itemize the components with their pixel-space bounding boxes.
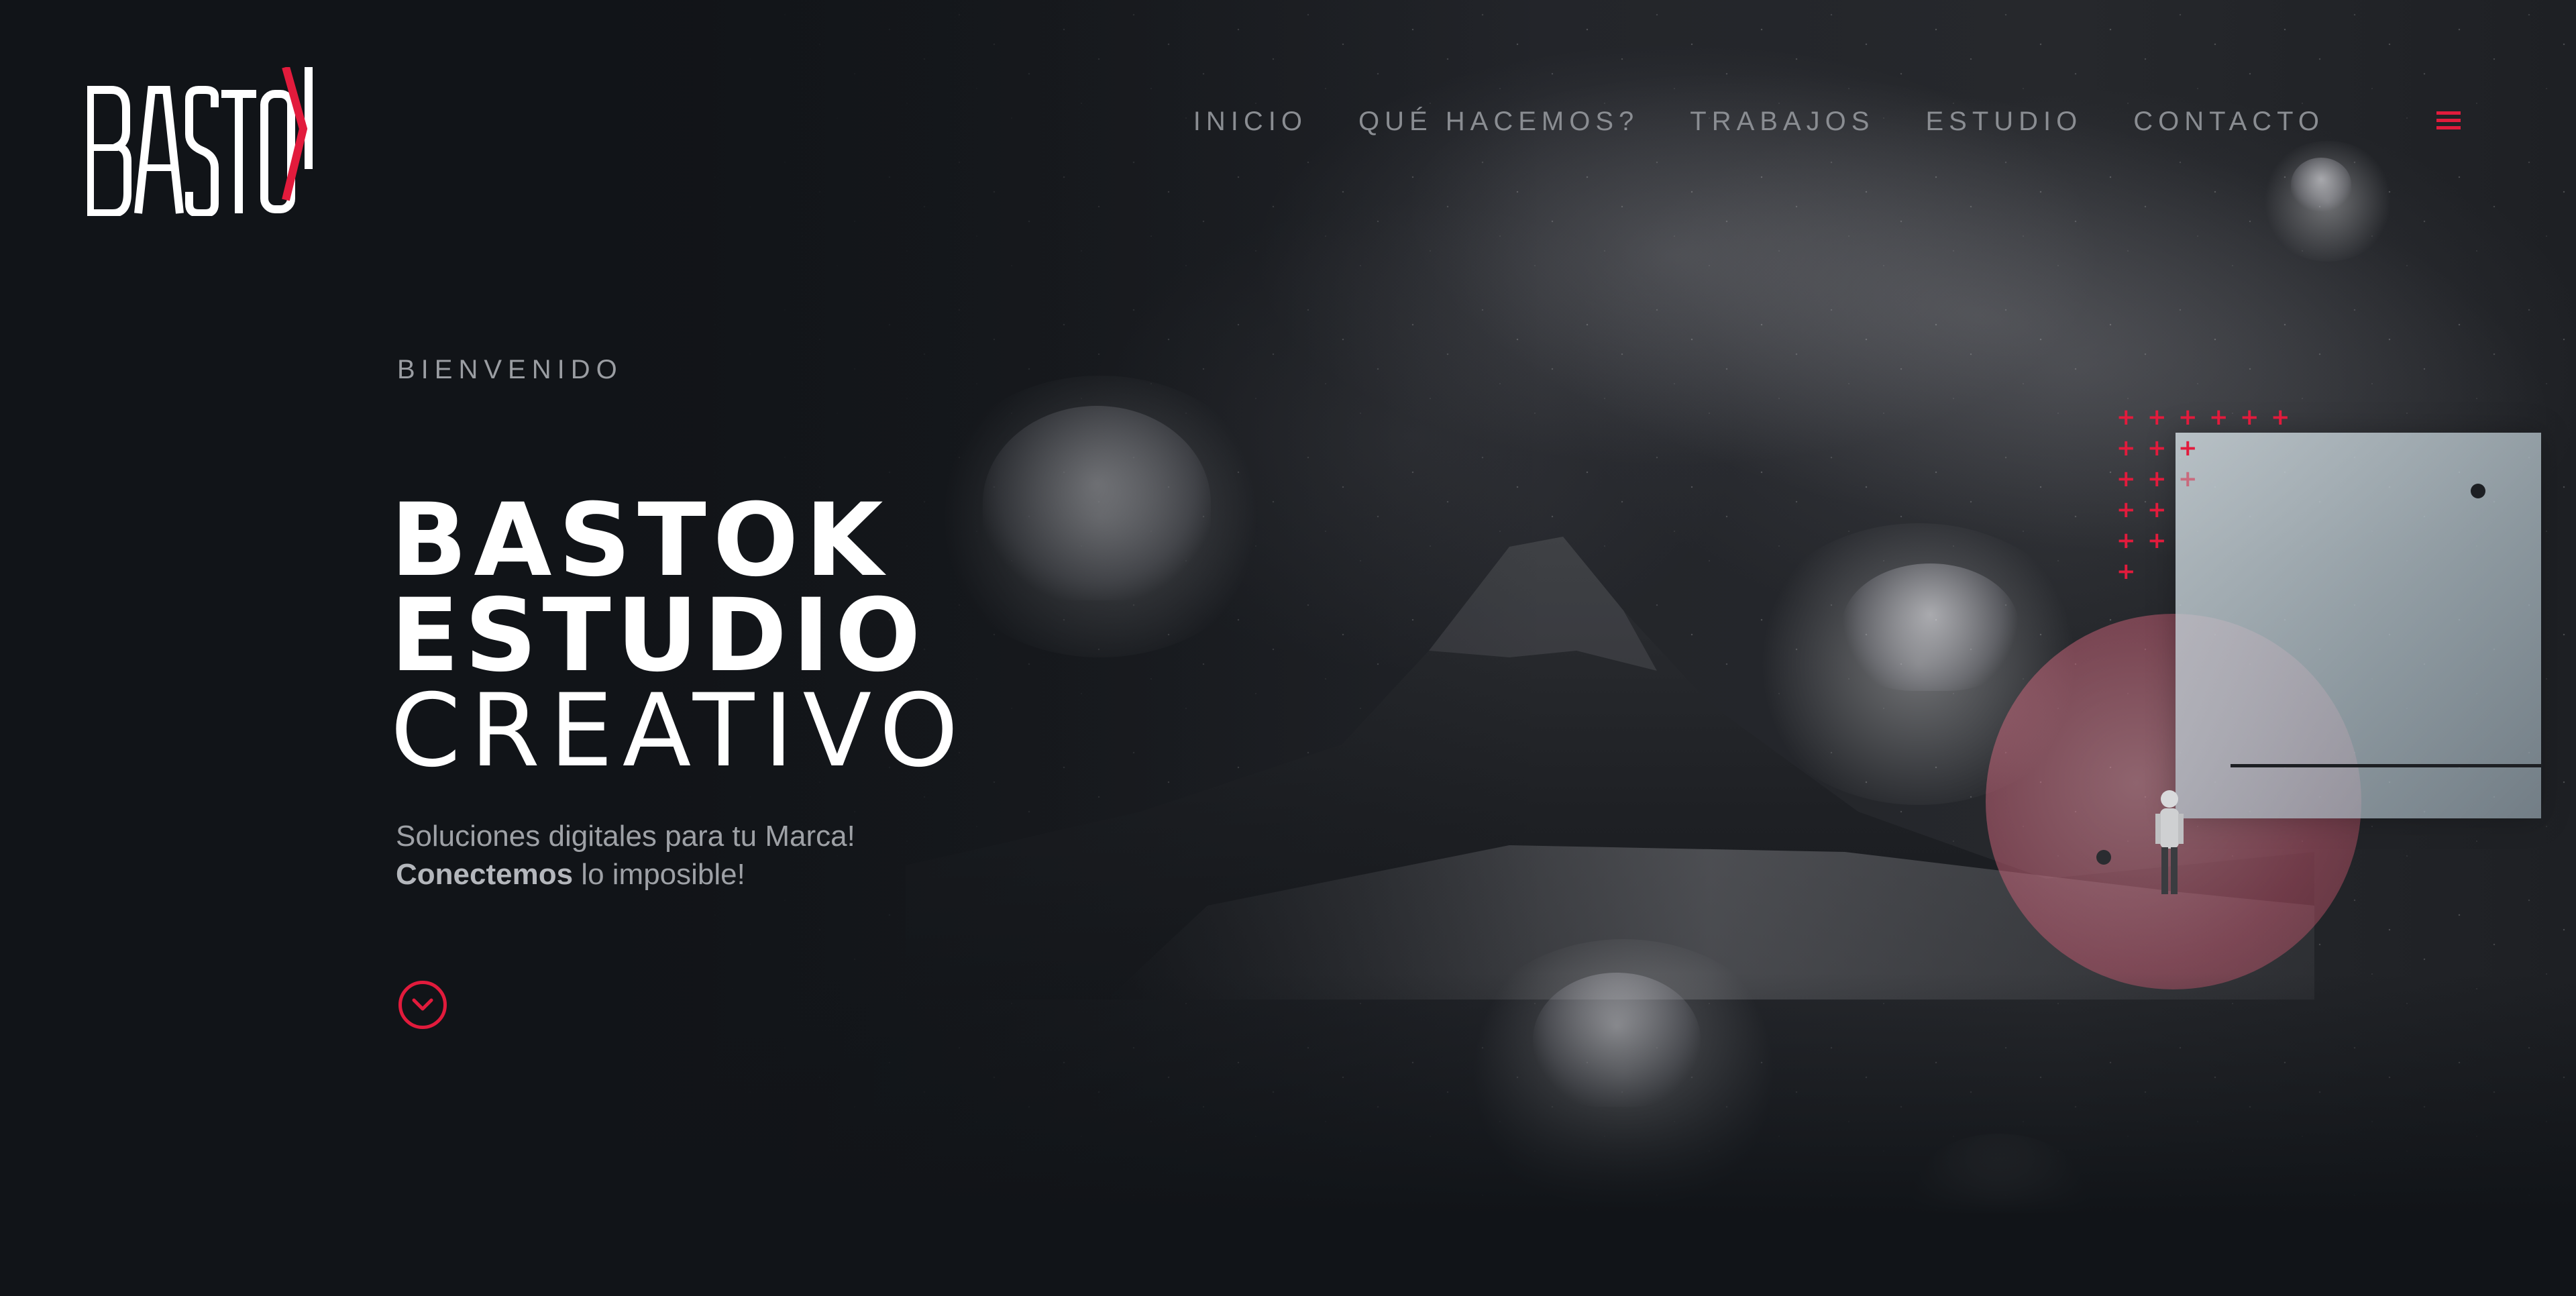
bottom-shade-overlay [0,973,2576,1296]
page: + + + + + + + + + + + + + + + + + [0,0,2576,1296]
hero-title-line-1: BASTOK [390,482,890,599]
nav-item-que-hacemos[interactable]: QUÉ HACEMOS? [1333,103,1664,140]
chevron-down-icon [412,998,433,1011]
hero-title-line-3: CREATIVO [390,673,968,790]
hero-subtitle-line-1: Soluciones digitales para tu Marca! [396,820,855,853]
hamburger-menu-icon[interactable] [2436,111,2461,130]
nav-item-trabajos[interactable]: TRABAJOS [1664,103,1900,140]
hero-subtitle-bold: Conectemos [396,858,574,891]
hero-subtitle-line-2: Conectemos lo imposible! [396,855,855,894]
bastok-logo-mark [87,67,313,216]
hero-subtitle: Soluciones digitales para tu Marca! Cone… [396,817,855,894]
scroll-down-button[interactable] [398,981,447,1029]
hero-subtitle-rest: lo imposible! [573,858,745,891]
nav-item-estudio[interactable]: ESTUDIO [1900,103,2108,140]
nav-item-contacto[interactable]: CONTACTO [2108,103,2350,140]
main-nav: INICIO QUÉ HACEMOS? TRABAJOS ESTUDIO CON… [1193,103,2350,140]
hero-title-line-2: ESTUDIO [390,578,926,694]
hero-eyebrow: BIENVENIDO [397,355,623,384]
site-logo[interactable] [87,67,322,216]
hero-background-image: + + + + + + + + + + + + + + + + + [0,0,2576,1296]
hero-title: BASTOK ESTUDIO CREATIVO [390,482,968,790]
nav-item-inicio[interactable]: INICIO [1193,103,1333,140]
